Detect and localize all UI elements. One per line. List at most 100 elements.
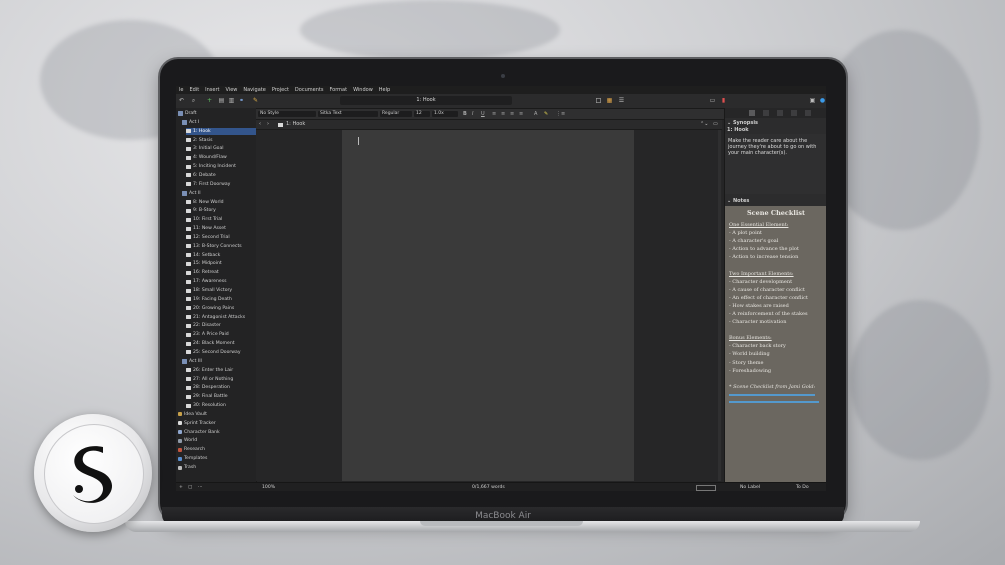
align-left-icon[interactable]: ≡ [492,111,496,117]
editor-scrollbar[interactable] [718,130,721,481]
menu-item[interactable]: Navigate [243,87,265,93]
binder-item[interactable]: 27: All or Nothing [186,376,256,383]
menu-item[interactable]: View [226,87,238,93]
binder-item[interactable]: 24: Black Moment [186,340,256,347]
list-icon[interactable]: ⋮≡ [556,111,565,117]
binder-item[interactable]: 22: Disaster [186,322,256,329]
split-editor-icon[interactable]: ▭ [713,120,718,129]
underline-icon[interactable]: U [481,111,485,117]
target-progress[interactable] [696,485,716,491]
align-right-icon[interactable]: ≡ [510,111,514,117]
editor-up-down-icon[interactable]: ⌃⌄ [700,120,708,129]
notes-header[interactable]: ⌄ Notes [727,198,749,204]
bold-icon[interactable]: B [463,111,467,117]
binder-item[interactable]: 21: Antagonist Attacks [186,314,256,321]
corkboard-icon[interactable]: ▦ [606,97,613,104]
binder-item[interactable]: 6: Debate [186,172,256,179]
binder-item[interactable]: 2: Stasis [186,137,256,144]
font-size-select[interactable]: 12 [414,111,430,117]
binder-item[interactable]: 7: First Doorway [186,181,256,188]
status-select[interactable]: To Do [796,483,809,491]
binder-item[interactable]: 17: Awareness [186,278,256,285]
binder-item[interactable]: 13: B-Story Connects [186,243,256,250]
inspector-toggle-icon[interactable]: ▣ [809,97,816,104]
menu-item[interactable]: Insert [205,87,219,93]
binder-item[interactable]: 12: Second Trial [186,234,256,241]
binder-item[interactable]: 19: Facing Death [186,296,256,303]
single-view-icon[interactable]: □ [595,97,602,104]
justify-icon[interactable]: ≡ [519,111,523,117]
binder-item[interactable]: 20: Growing Pains [186,305,256,312]
menu-item[interactable]: Format [329,87,347,93]
binder-item[interactable]: Act I [182,119,256,126]
binder-item[interactable]: 10: First Trial [186,216,256,223]
binder-item[interactable]: 26: Enter the Lair [186,367,256,374]
align-center-icon[interactable]: ≡ [501,111,505,117]
binder-item[interactable]: Act II [182,190,256,197]
compose-icon[interactable]: ✎ [252,97,259,104]
binder-item[interactable]: 5: Inciting Incident [186,163,256,170]
binder-item[interactable]: Templates [178,455,256,462]
binder-item[interactable]: Idea Vault [178,411,256,418]
notes-area[interactable]: Scene Checklist One Essential Element: -… [725,206,826,482]
binder-item[interactable]: 9: B-Story [186,207,256,214]
menu-item[interactable]: Documents [295,87,324,93]
undo-icon[interactable]: ↶ [178,97,185,104]
menu-item[interactable]: le [179,87,183,93]
binder-item[interactable]: 30: Resolution [186,402,256,409]
menu-item[interactable]: Window [353,87,373,93]
link-icon[interactable]: ⚭ [238,97,245,104]
binder-more-icon[interactable]: ··· [198,483,202,491]
label-select[interactable]: No Label [740,483,760,491]
synopsis-text[interactable]: Make the reader care about the journey t… [725,134,826,194]
binder-item[interactable]: Sprint Tracker [178,420,256,427]
synopsis-title[interactable]: 1: Hook [727,127,749,133]
binder-item[interactable]: 16: Retreat [186,269,256,276]
notes-tab-icon[interactable] [749,110,755,116]
zoom-select[interactable]: 100% [262,483,275,491]
italic-icon[interactable]: I [472,111,473,117]
binder-item[interactable]: 11: New Asset [186,225,256,232]
weight-select[interactable]: Regular [380,111,412,117]
text-color-icon[interactable]: A [534,111,537,117]
metadata-tab-icon[interactable] [777,110,783,116]
comments-tab-icon[interactable] [805,110,811,116]
binder-item[interactable]: Character Bank [178,429,256,436]
menu-item[interactable]: Project [272,87,289,93]
binder-item[interactable]: Draft [178,110,256,117]
binder-item[interactable]: 28: Desperation [186,384,256,391]
binder-item[interactable]: 18: Small Victory [186,287,256,294]
binder-item[interactable]: 25: Second Doorway [186,349,256,356]
binder-item[interactable]: 3: Initial Goal [186,145,256,152]
info-icon[interactable]: ● [819,97,826,104]
add-icon[interactable]: + [206,97,213,104]
binder-folder-icon[interactable]: ▢ [188,483,192,491]
binder-item[interactable]: 29: Final Battle [186,393,256,400]
editor-page[interactable] [342,130,634,481]
binder-item[interactable]: 1: Hook [186,127,256,135]
binder-item[interactable]: Research [178,446,256,453]
synopsis-header[interactable]: ⌄ Synopsis [727,120,758,126]
menu-item[interactable]: Help [379,87,390,93]
snapshots-tab-icon[interactable] [791,110,797,116]
binder-item[interactable]: 23: A Price Paid [186,331,256,338]
font-select[interactable]: Sitka Text [318,111,378,117]
bookmarks-tab-icon[interactable] [763,110,769,116]
binder-item[interactable]: 4: Wound/Flaw [186,154,256,161]
notes-link[interactable] [729,393,815,396]
line-spacing-select[interactable]: 1.0x [432,111,458,117]
highlight-icon[interactable]: ✎ [544,111,548,117]
forward-arrow-icon[interactable]: › [267,120,269,129]
binder-item[interactable]: Trash [178,464,256,471]
outline-icon[interactable]: ☰ [618,97,625,104]
binder-add-icon[interactable]: + [179,483,183,491]
binder-item[interactable]: 15: Midpoint [186,260,256,267]
folder-icon[interactable]: ▤ [218,97,225,104]
style-select[interactable]: No Style [258,111,316,117]
binder-item[interactable]: World [178,437,256,444]
notes-link[interactable] [729,400,819,403]
binder-item[interactable]: Act III [182,358,256,365]
search-icon[interactable]: ⌕ [190,97,197,104]
binder-item[interactable]: 8: New World [186,199,256,206]
menu-item[interactable]: Edit [189,87,199,93]
